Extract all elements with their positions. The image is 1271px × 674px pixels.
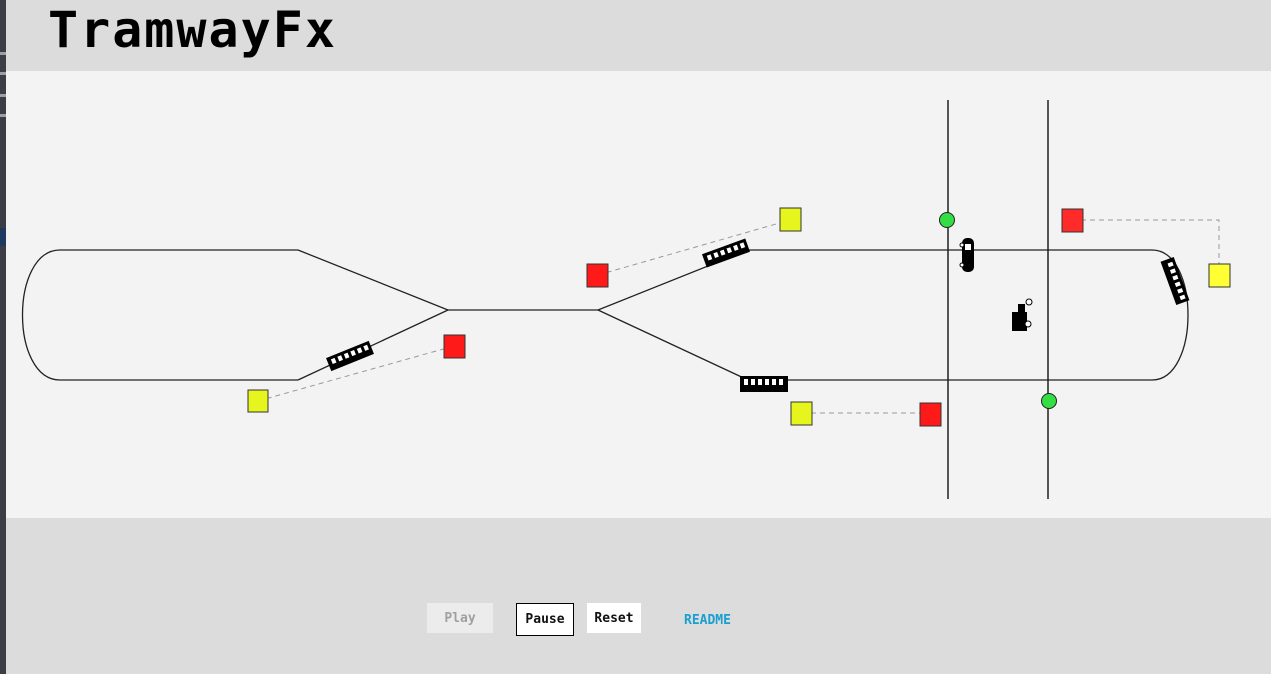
crossing-light-1[interactable] xyxy=(939,212,955,228)
signal-red-2[interactable] xyxy=(586,263,609,288)
car-icon xyxy=(959,238,974,272)
tram-icon xyxy=(701,238,751,268)
pedestrian-icon xyxy=(1012,298,1033,331)
signal-red-1[interactable] xyxy=(443,334,466,359)
crossing-light-2[interactable] xyxy=(1041,393,1057,409)
reset-button[interactable]: Reset xyxy=(587,603,641,633)
signal-yellow-1[interactable] xyxy=(247,389,269,413)
signal-yellow-2[interactable] xyxy=(779,207,802,232)
tram-icon xyxy=(326,340,374,372)
tram-icon xyxy=(740,376,788,392)
signal-yellow-3[interactable] xyxy=(790,401,813,426)
control-bar: Play Pause Reset README xyxy=(6,518,1271,674)
tram-icon xyxy=(1160,256,1190,306)
pause-button[interactable]: Pause xyxy=(516,603,574,636)
simulation-canvas[interactable] xyxy=(6,71,1271,518)
signal-red-4[interactable] xyxy=(1061,208,1084,233)
signal-red-3[interactable] xyxy=(919,402,942,427)
readme-link[interactable]: README xyxy=(684,613,731,628)
play-button[interactable]: Play xyxy=(427,603,493,633)
signal-yellow-4[interactable] xyxy=(1208,263,1231,288)
